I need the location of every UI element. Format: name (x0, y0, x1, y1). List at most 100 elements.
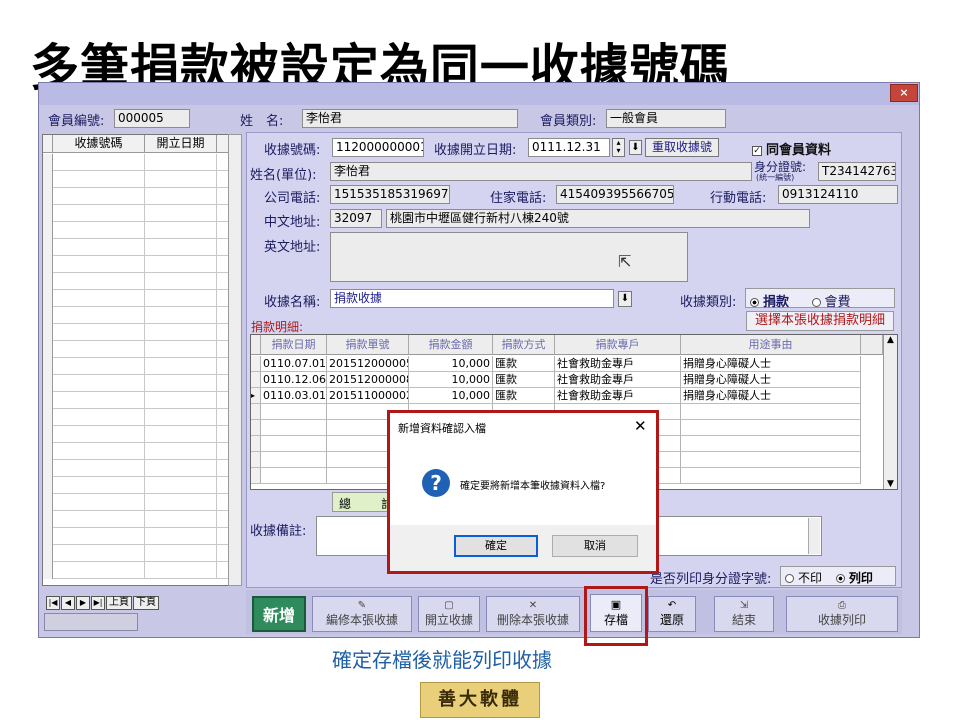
delete-button[interactable]: ✕ 刪除本張收據 (486, 596, 580, 632)
receipt-list-grid[interactable]: 收據號碼 開立日期 (42, 134, 230, 586)
detail-cell[interactable]: 捐贈身心障礙人士 (681, 372, 861, 388)
detail-cell[interactable] (261, 404, 327, 420)
select-detail-button[interactable]: 選擇本張收據捐款明細 (746, 311, 894, 331)
receipt-list-row[interactable] (43, 273, 229, 290)
detail-cell[interactable]: 匯款 (493, 372, 555, 388)
col-receipt-no[interactable]: 收據號碼 (53, 135, 145, 153)
receipt-list-row[interactable] (43, 222, 229, 239)
receipt-list-row[interactable] (43, 375, 229, 392)
receipt-list-row[interactable] (43, 426, 229, 443)
member-name-field[interactable]: 李怡君 (302, 109, 518, 128)
detail-cell[interactable]: 社會救助金專戶 (555, 388, 681, 404)
new-button[interactable]: 新增 (252, 596, 306, 632)
receipt-no-field[interactable]: 112000000001 (332, 138, 424, 157)
detail-cell[interactable] (681, 436, 861, 452)
detail-cell[interactable]: 10,000 (409, 388, 493, 404)
receipt-list-scrollbar[interactable] (228, 134, 242, 586)
id-no-field[interactable]: T234142763 (818, 162, 896, 181)
receipt-list-row[interactable] (43, 358, 229, 375)
detail-cell[interactable]: 201511000002 (327, 388, 409, 404)
detail-cell[interactable]: 捐贈身心障礙人士 (681, 356, 861, 372)
home-phone-field[interactable]: 4154093955667054 (556, 185, 674, 204)
edit-button[interactable]: ✎ 編修本張收據 (312, 596, 412, 632)
receipt-list-row[interactable] (43, 545, 229, 562)
col-issue-date[interactable]: 開立日期 (145, 135, 217, 153)
receipt-list-row[interactable] (43, 341, 229, 358)
receipt-list-row[interactable] (43, 511, 229, 528)
prev-button[interactable]: ◀ (61, 596, 75, 610)
first-page-button[interactable]: |◀ (46, 596, 60, 610)
detail-cell[interactable]: 匯款 (493, 356, 555, 372)
receipt-name-field[interactable]: 李怡君 (330, 162, 752, 181)
restore-button[interactable]: ↶ 還原 (648, 596, 696, 632)
detail-row-selector[interactable] (251, 436, 261, 452)
detail-cell[interactable]: 0110.12.06 (261, 372, 327, 388)
receipt-list-row[interactable] (43, 188, 229, 205)
receipt-title-field[interactable]: 捐款收據 (330, 289, 614, 308)
detail-cell[interactable] (261, 452, 327, 468)
remark-scrollbar[interactable] (808, 518, 820, 554)
detail-row-selector[interactable] (251, 468, 261, 484)
next-button[interactable]: ▶ (76, 596, 90, 610)
close-form-button[interactable]: ⇲ 結束 (714, 596, 774, 632)
detail-cell[interactable]: 10,000 (409, 356, 493, 372)
scroll-down-icon[interactable]: ▼ (884, 479, 897, 489)
detail-cell[interactable] (681, 452, 861, 468)
detail-row-selector[interactable] (251, 372, 261, 388)
receipt-list-row[interactable] (43, 409, 229, 426)
dialog-close-icon[interactable]: ✕ (634, 417, 647, 435)
issue-button[interactable]: ▢ 開立收據 (418, 596, 480, 632)
zip-field[interactable]: 32097 (330, 209, 382, 228)
detail-cell[interactable] (261, 468, 327, 484)
detail-cell[interactable]: 201512000008 (327, 372, 409, 388)
receipt-list-row[interactable] (43, 460, 229, 477)
detail-scrollbar[interactable]: ▲ ▼ (883, 335, 897, 489)
col-donation-account[interactable]: 捐款專戶 (555, 335, 681, 355)
receipt-date-field[interactable]: 0111.12.31 (528, 138, 610, 157)
category-donation-radio[interactable]: 捐款 (750, 295, 789, 310)
receipt-list-row[interactable] (43, 562, 229, 579)
detail-cell[interactable]: 0110.03.01 (261, 388, 327, 404)
detail-row-selector[interactable] (251, 420, 261, 436)
receipt-list-row[interactable] (43, 528, 229, 545)
address-field[interactable]: 桃園市中壢區健行新村八棟240號 (386, 209, 810, 228)
detail-cell[interactable] (681, 404, 861, 420)
reget-receipt-no-button[interactable]: 重取收據號 (645, 138, 719, 157)
detail-cell[interactable]: 0110.07.01 (261, 356, 327, 372)
detail-cell[interactable]: 201512000005 (327, 356, 409, 372)
page-down-button[interactable]: 下頁 (133, 596, 159, 610)
same-member-checkbox[interactable]: ✓ 同會員資料 (752, 139, 831, 158)
receipt-list-row[interactable] (43, 154, 229, 171)
print-id-yes-radio[interactable]: 列印 (835, 571, 873, 585)
receipt-list-row[interactable] (43, 324, 229, 341)
member-type-field[interactable]: 一般會員 (606, 109, 726, 128)
english-address-field[interactable] (330, 232, 688, 282)
detail-row-selector[interactable] (251, 356, 261, 372)
detail-cell[interactable] (681, 420, 861, 436)
receipt-list-row[interactable] (43, 392, 229, 409)
scroll-up-icon[interactable]: ▲ (884, 335, 897, 345)
receipt-list-row[interactable] (43, 443, 229, 460)
col-donation-purpose[interactable]: 用途事由 (681, 335, 861, 355)
page-up-button[interactable]: 上頁 (106, 596, 132, 610)
receipt-list-row[interactable] (43, 307, 229, 324)
detail-cell[interactable]: 社會救助金專戶 (555, 356, 681, 372)
close-button[interactable]: × (890, 84, 918, 102)
col-donation-date[interactable]: 捐款日期 (261, 335, 327, 355)
company-phone-field[interactable]: 1515351853196977 (330, 185, 450, 204)
last-page-button[interactable]: ▶| (91, 596, 105, 610)
detail-row-selector[interactable]: ▸ (251, 388, 261, 404)
receipt-title-dropdown-icon[interactable]: ⬇ (618, 291, 632, 307)
receipt-list-row[interactable] (43, 290, 229, 307)
col-donation-method[interactable]: 捐款方式 (493, 335, 555, 355)
detail-cell[interactable]: 10,000 (409, 372, 493, 388)
detail-cell[interactable] (261, 420, 327, 436)
detail-cell[interactable]: 社會救助金專戶 (555, 372, 681, 388)
mobile-field[interactable]: 0913124110 (778, 185, 898, 204)
dialog-cancel-button[interactable]: 取消 (552, 535, 638, 557)
category-fee-radio[interactable]: 會費 (811, 295, 851, 310)
detail-row-selector[interactable] (251, 452, 261, 468)
receipt-list-row[interactable] (43, 205, 229, 222)
receipt-list-row[interactable] (43, 494, 229, 511)
member-id-field[interactable]: 000005 (114, 109, 190, 128)
